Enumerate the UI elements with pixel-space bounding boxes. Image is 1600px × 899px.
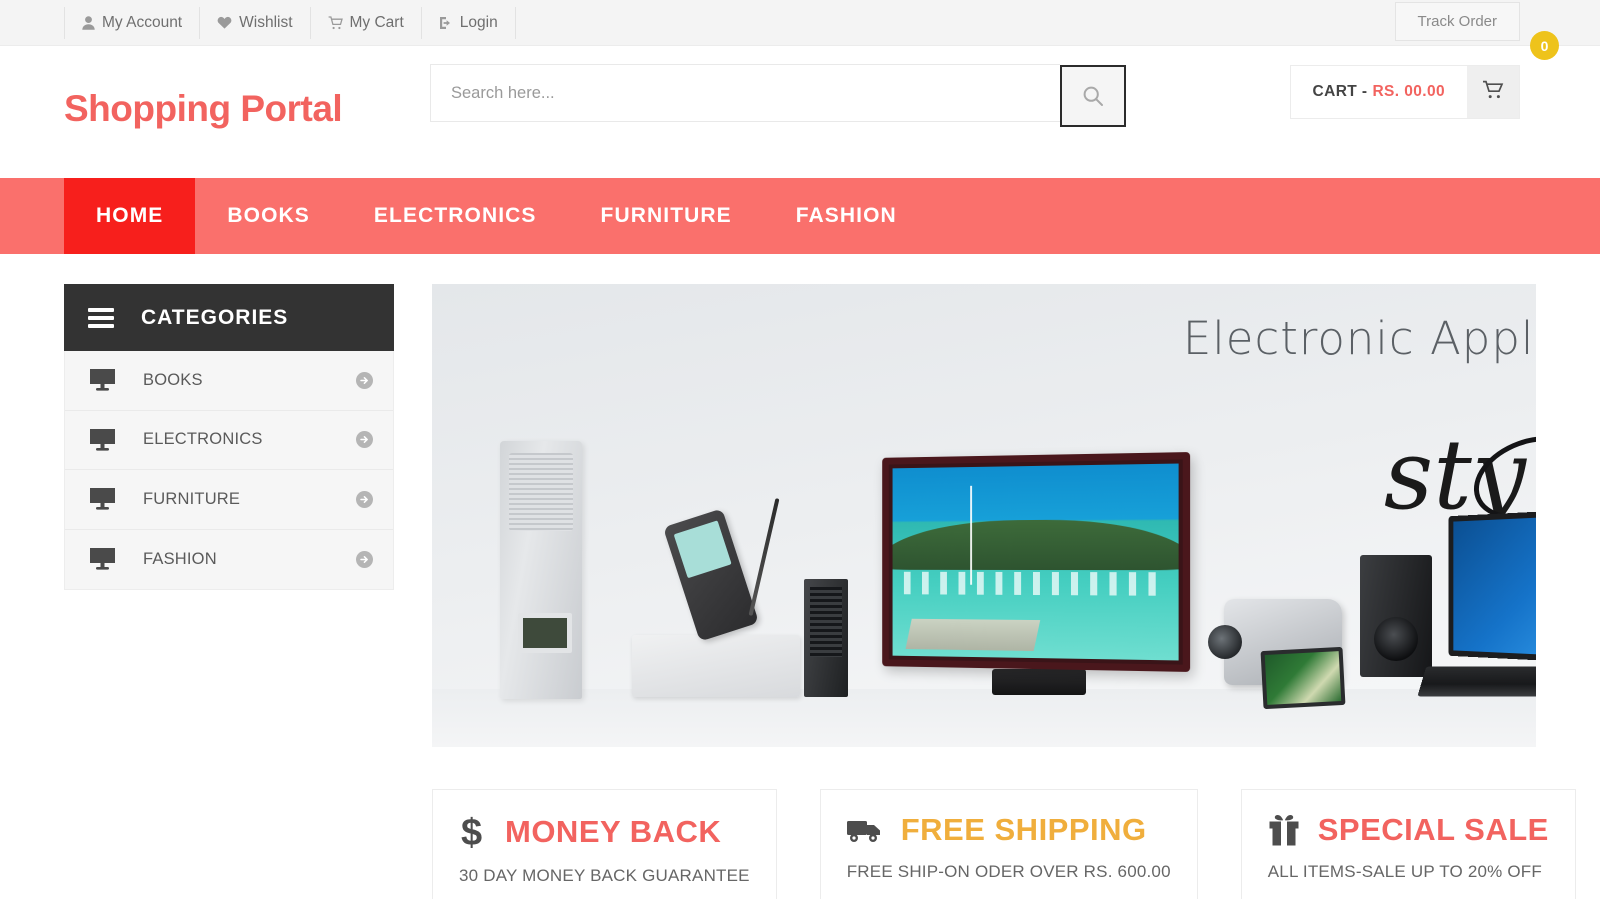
heart-icon bbox=[217, 16, 232, 29]
banner-product-camcorder-screen bbox=[1260, 646, 1346, 710]
monitor-icon bbox=[89, 368, 143, 392]
nav-item-electronics[interactable]: ELECTRONICS bbox=[342, 178, 569, 254]
site-logo[interactable]: Shopping Portal bbox=[64, 88, 343, 130]
nav-item-furniture[interactable]: FURNITURE bbox=[569, 178, 764, 254]
nav-item-books[interactable]: BOOKS bbox=[195, 178, 342, 254]
banner-product-laptop-screen bbox=[1448, 504, 1536, 668]
banner-product-air-conditioner bbox=[500, 441, 582, 699]
banner-product-tower-speaker bbox=[804, 579, 848, 697]
track-order-button[interactable]: Track Order bbox=[1394, 2, 1520, 41]
promo-subtitle: ALL ITEMS-SALE UP TO 20% OFF bbox=[1267, 862, 1542, 881]
sidebar-item-label: BOOKS bbox=[143, 370, 203, 389]
search-input[interactable] bbox=[430, 64, 1060, 122]
sidebar-item-furniture[interactable]: FURNITURE bbox=[65, 470, 393, 530]
promo-title: SPECIAL SALE bbox=[1317, 812, 1549, 847]
main-column: Electronic Applian sty bbox=[432, 284, 1576, 899]
login-icon bbox=[439, 16, 453, 30]
television-screen bbox=[892, 463, 1179, 661]
banner-product-television bbox=[882, 452, 1191, 672]
magnifier-icon bbox=[1082, 85, 1104, 107]
hero-banner[interactable]: Electronic Applian sty bbox=[432, 284, 1536, 747]
dollar-icon: $ bbox=[459, 812, 487, 852]
cart-summary: CART - RS. 00.00 bbox=[1289, 65, 1520, 119]
cart-icon bbox=[328, 15, 343, 30]
screen-sailboat-mast bbox=[969, 485, 972, 585]
screen-boats bbox=[903, 571, 1167, 596]
promo-card-money-back: $ MONEY BACK 30 DAY MONEY BACK GUARANTEE bbox=[432, 789, 777, 899]
cart-summary-label[interactable]: CART - RS. 00.00 bbox=[1290, 66, 1467, 118]
arrow-circle-right-icon[interactable] bbox=[356, 550, 373, 568]
sidebar-item-books[interactable]: BOOKS bbox=[65, 351, 393, 411]
promo-card-free-shipping: FREE SHIPPING FREE SHIP-ON ODER OVER RS.… bbox=[819, 789, 1198, 899]
banner-product-subwoofer bbox=[1360, 555, 1432, 677]
monitor-icon bbox=[89, 547, 143, 571]
screen-dock bbox=[905, 618, 1041, 651]
sidebar-item-fashion[interactable]: FASHION bbox=[65, 530, 393, 590]
promo-header: SPECIAL SALE bbox=[1268, 812, 1549, 848]
topbar-link-label: Login bbox=[459, 13, 498, 31]
screen-hills bbox=[892, 518, 1179, 570]
banner-product-keyboard bbox=[632, 635, 800, 697]
promo-header: FREE SHIPPING bbox=[846, 812, 1171, 848]
categories-header: CATEGORIES bbox=[64, 284, 394, 351]
topbar-link-label: My Account bbox=[102, 13, 183, 31]
topbar-link-my-account[interactable]: My Account bbox=[64, 6, 199, 39]
sidebar-item-label: FASHION bbox=[143, 549, 217, 568]
nav-item-home[interactable]: HOME bbox=[64, 178, 196, 254]
promo-subtitle: FREE SHIP-ON ODER OVER RS. 600.00 bbox=[846, 862, 1171, 881]
topbar-link-my-cart[interactable]: My Cart bbox=[309, 6, 421, 39]
promo-header: $ MONEY BACK bbox=[459, 812, 750, 852]
categories-list: BOOKS ELECTRONICS FURNITURE FASHION bbox=[64, 351, 394, 590]
page-content: CATEGORIES BOOKS ELECTRONICS FURNITURE F… bbox=[0, 254, 1600, 899]
promo-subtitle: 30 DAY MONEY BACK GUARANTEE bbox=[459, 866, 750, 885]
shopping-cart-icon bbox=[1482, 80, 1504, 105]
topbar-link-wishlist[interactable]: Wishlist bbox=[199, 6, 309, 39]
banner-product-stylus bbox=[748, 498, 780, 616]
topbar-link-label: Wishlist bbox=[239, 13, 293, 31]
gift-icon bbox=[1268, 813, 1300, 847]
cart-total-price: RS. 00.00 bbox=[1372, 83, 1445, 100]
cart-label-text: CART - bbox=[1312, 83, 1368, 100]
cart-count-badge: 0 bbox=[1530, 31, 1559, 60]
arrow-circle-right-icon[interactable] bbox=[356, 490, 373, 508]
search-bar bbox=[430, 64, 1126, 127]
monitor-icon bbox=[89, 487, 143, 511]
sidebar-item-electronics[interactable]: ELECTRONICS bbox=[65, 411, 393, 470]
user-icon bbox=[82, 15, 95, 30]
search-submit-button[interactable] bbox=[1060, 65, 1126, 127]
promo-title: MONEY BACK bbox=[505, 814, 722, 849]
promo-title: FREE SHIPPING bbox=[900, 812, 1147, 847]
banner-product-tv-stand bbox=[992, 669, 1086, 695]
top-utility-bar: My Account Wishlist My Cart Login Track … bbox=[0, 0, 1600, 46]
sidebar-item-label: ELECTRONICS bbox=[143, 430, 263, 449]
top-utility-links: My Account Wishlist My Cart Login bbox=[64, 6, 516, 39]
svg-text:$: $ bbox=[461, 812, 482, 852]
monitor-icon bbox=[89, 428, 143, 452]
cart-button[interactable] bbox=[1467, 66, 1519, 118]
banner-title: Electronic Applian bbox=[1182, 312, 1536, 365]
categories-title: CATEGORIES bbox=[141, 305, 289, 329]
truck-icon bbox=[846, 816, 883, 844]
arrow-circle-right-icon[interactable] bbox=[356, 371, 373, 389]
promo-card-special-sale: SPECIAL SALE ALL ITEMS-SALE UP TO 20% OF… bbox=[1240, 789, 1576, 899]
topbar-link-login[interactable]: Login bbox=[420, 6, 516, 39]
promo-cards: $ MONEY BACK 30 DAY MONEY BACK GUARANTEE bbox=[432, 789, 1576, 899]
banner-product-pda bbox=[662, 508, 760, 642]
hamburger-icon bbox=[88, 307, 114, 328]
site-header: Shopping Portal 0 CART - RS. 00.00 bbox=[0, 31, 1600, 178]
main-navigation: HOME BOOKS ELECTRONICS FURNITURE FASHION bbox=[0, 178, 1600, 254]
banner-floor bbox=[432, 689, 1536, 747]
sidebar-item-label: FURNITURE bbox=[143, 489, 241, 508]
topbar-link-label: My Cart bbox=[349, 13, 404, 31]
categories-sidebar: CATEGORIES BOOKS ELECTRONICS FURNITURE F… bbox=[64, 284, 394, 899]
nav-item-fashion[interactable]: FASHION bbox=[764, 178, 929, 254]
arrow-circle-right-icon[interactable] bbox=[356, 431, 373, 449]
banner-product-laptop-base bbox=[1417, 666, 1536, 697]
